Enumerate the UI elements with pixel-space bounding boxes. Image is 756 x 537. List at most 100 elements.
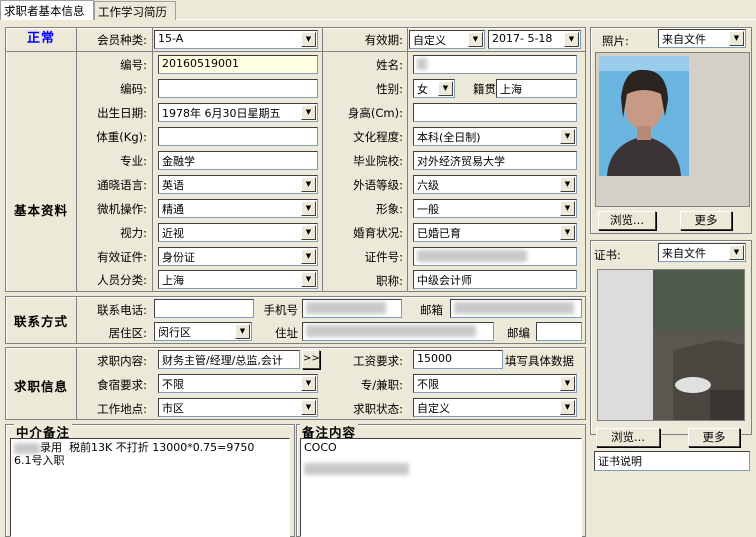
email-input[interactable] xyxy=(450,299,582,318)
certificate-label: 证书: xyxy=(594,248,621,262)
origin-input[interactable]: 上海 xyxy=(496,79,577,98)
code-label: 编码: xyxy=(120,82,147,96)
chevron-down-icon: ▼ xyxy=(729,245,744,260)
chevron-down-icon: ▼ xyxy=(301,201,316,216)
fulltime-select[interactable]: 不限 ▼ xyxy=(413,374,577,393)
board-select[interactable]: 不限 ▼ xyxy=(158,374,318,393)
chevron-down-icon: ▼ xyxy=(438,81,453,96)
chevron-down-icon: ▼ xyxy=(560,225,575,240)
major-input[interactable]: 金融学 xyxy=(158,151,318,170)
photo-browse-button[interactable]: 浏览... xyxy=(598,211,656,230)
chevron-down-icon: ▼ xyxy=(301,225,316,240)
note-textarea[interactable]: COCO xyxy=(300,438,582,537)
title-input[interactable]: 中级会计师 xyxy=(413,270,577,289)
school-label: 毕业院校: xyxy=(353,154,403,168)
zip-label: 邮编 xyxy=(507,326,530,340)
tab-resume[interactable]: 工作学习简历 xyxy=(94,1,176,20)
photo-more-button[interactable]: 更多 xyxy=(680,211,732,230)
job-status-select[interactable]: 自定义 ▼ xyxy=(413,398,577,417)
certificate-source-select[interactable]: 来自文件 ▼ xyxy=(658,243,746,262)
expand-button[interactable]: >> xyxy=(302,350,320,369)
birth-label: 出生日期: xyxy=(97,106,147,120)
cert-type-select[interactable]: 身份证 ▼ xyxy=(158,247,318,266)
chevron-down-icon: ▼ xyxy=(560,201,575,216)
computer-select[interactable]: 精通 ▼ xyxy=(158,199,318,218)
photo-source-select[interactable]: 来自文件 ▼ xyxy=(658,29,746,48)
chevron-down-icon: ▼ xyxy=(729,31,744,46)
education-select[interactable]: 本科(全日制) ▼ xyxy=(413,127,577,146)
origin-label: 籍贯 xyxy=(473,82,496,96)
language-label: 通晓语言: xyxy=(97,178,147,192)
lang-level-label: 外语等级: xyxy=(353,178,403,192)
agent-note-textarea[interactable]: 录用 税前13K 不打折 13000*0.75=9750 6.1号入职 xyxy=(10,438,290,537)
fulltime-label: 专/兼职: xyxy=(360,378,403,392)
status-label: 正常 xyxy=(26,31,55,46)
phone-input[interactable] xyxy=(154,299,254,318)
chevron-down-icon: ▼ xyxy=(235,324,250,339)
mobile-label: 手机号 xyxy=(263,303,299,317)
gender-label: 性别: xyxy=(376,82,403,96)
job-status-label: 求职状态: xyxy=(353,402,403,416)
height-input[interactable] xyxy=(413,103,577,122)
validity-type-select[interactable]: 自定义 ▼ xyxy=(409,30,485,49)
district-label: 居住区: xyxy=(108,326,147,340)
category-select[interactable]: 上海 ▼ xyxy=(158,270,318,289)
tab-bar: 求职者基本信息 工作学习简历 xyxy=(0,0,756,20)
chevron-down-icon: ▼ xyxy=(301,105,316,120)
chevron-down-icon: ▼ xyxy=(301,32,316,47)
tab-basic-info[interactable]: 求职者基本信息 xyxy=(0,0,94,20)
chevron-down-icon: ▼ xyxy=(560,400,575,415)
school-input[interactable]: 对外经济贸易大学 xyxy=(413,151,577,170)
language-select[interactable]: 英语 ▼ xyxy=(158,175,318,194)
vision-label: 视力: xyxy=(120,226,147,240)
vision-select[interactable]: 近视 ▼ xyxy=(158,223,318,242)
education-label: 文化程度: xyxy=(353,130,403,144)
district-select[interactable]: 闵行区 ▼ xyxy=(154,322,252,341)
lang-level-select[interactable]: 六级 ▼ xyxy=(413,175,577,194)
chevron-down-icon: ▼ xyxy=(301,177,316,192)
name-input[interactable] xyxy=(413,55,577,74)
cert-no-input[interactable] xyxy=(413,247,577,266)
validity-label: 有效期: xyxy=(364,33,403,47)
birth-date-picker[interactable]: 1978年 6月30日星期五 ▼ xyxy=(158,103,318,122)
job-content-input[interactable]: 财务主管/经理/总监,会计 xyxy=(158,350,300,369)
portrait-photo xyxy=(599,56,689,176)
appearance-label: 形象: xyxy=(376,202,403,216)
chevron-down-icon: ▼ xyxy=(564,32,579,47)
certificate-browse-button[interactable]: 浏览... xyxy=(596,428,660,447)
member-type-select[interactable]: 15-A ▼ xyxy=(154,30,318,49)
certificate-caption-input[interactable]: 证书说明 xyxy=(594,451,750,471)
code-input[interactable] xyxy=(158,79,318,98)
weight-label: 体重(Kg): xyxy=(96,130,147,144)
address-input[interactable] xyxy=(302,322,494,341)
mobile-input[interactable] xyxy=(302,299,402,318)
zip-input[interactable] xyxy=(536,322,582,341)
address-label: 住址 xyxy=(275,326,298,340)
divider xyxy=(407,28,408,291)
section-job: 求职信息 xyxy=(13,379,68,394)
appearance-select[interactable]: 一般 ▼ xyxy=(413,199,577,218)
chevron-down-icon: ▼ xyxy=(301,272,316,287)
certificate-more-button[interactable]: 更多 xyxy=(688,428,740,447)
validity-date-picker[interactable]: 2017- 5-18 ▼ xyxy=(488,30,581,49)
marital-select[interactable]: 已婚已育 ▼ xyxy=(413,223,577,242)
weight-input[interactable] xyxy=(158,127,318,146)
id-no-label: 编号: xyxy=(120,58,147,72)
photo-frame xyxy=(595,52,750,207)
cert-no-label: 证件号: xyxy=(364,250,403,264)
location-label: 工作地点: xyxy=(97,402,147,416)
gender-select[interactable]: 女 ▼ xyxy=(413,79,455,98)
salary-input[interactable]: 15000 xyxy=(413,350,503,369)
email-label: 邮箱 xyxy=(420,303,443,317)
location-select[interactable]: 市区 ▼ xyxy=(158,398,318,417)
salary-label: 工资要求: xyxy=(353,354,403,368)
chevron-down-icon: ▼ xyxy=(560,177,575,192)
divider xyxy=(152,28,153,291)
marital-label: 婚育状况: xyxy=(353,226,403,240)
name-label: 姓名: xyxy=(376,58,403,72)
chevron-down-icon: ▼ xyxy=(468,32,483,47)
height-label: 身高(Cm): xyxy=(347,106,403,120)
board-label: 食宿要求: xyxy=(97,378,147,392)
id-no-input[interactable]: 20160519001 xyxy=(158,55,318,74)
certificate-image xyxy=(597,269,745,421)
